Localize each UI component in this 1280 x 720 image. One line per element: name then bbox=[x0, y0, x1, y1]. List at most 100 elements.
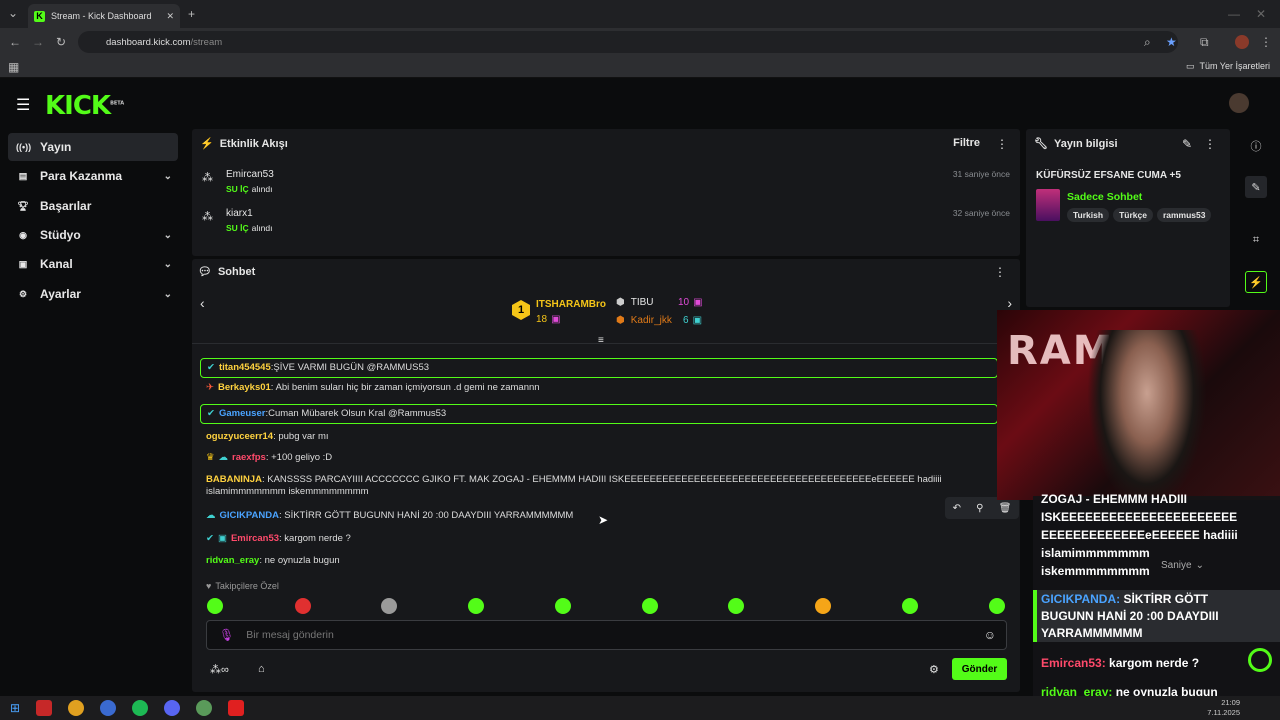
activity-item: SU İÇ bbox=[226, 223, 249, 233]
sidebar-item-4[interactable]: ▣ Kanal ⌄ bbox=[8, 250, 178, 278]
stream-tag[interactable]: Türkçe bbox=[1113, 208, 1153, 222]
windows-start-icon[interactable]: ⊞ bbox=[10, 701, 20, 715]
discord-icon[interactable] bbox=[164, 700, 181, 716]
activity-user[interactable]: Emircan53 bbox=[226, 169, 274, 180]
emote-icon[interactable] bbox=[728, 598, 744, 614]
store-icon[interactable]: ⌂ bbox=[258, 663, 265, 675]
chat-message[interactable]: ✈ Berkayks01: Abi benim suları hiç bir za… bbox=[200, 382, 998, 394]
tab-list-icon[interactable]: ⌄ bbox=[6, 6, 20, 20]
chat-username[interactable]: Emircan53 bbox=[231, 533, 279, 544]
youtube-icon[interactable] bbox=[228, 700, 245, 716]
emote-icon[interactable] bbox=[295, 598, 311, 614]
microphone-icon[interactable]: 🎙︎ bbox=[219, 628, 234, 642]
chat-message[interactable]: oguzyuceerr14: pubg var mı bbox=[200, 431, 998, 443]
stream-category[interactable]: Sadece Sohbet bbox=[1067, 191, 1142, 203]
speed-select[interactable]: Saniye ⌄ bbox=[1161, 560, 1204, 571]
chat-message[interactable]: ridvan_eray: ne oynuzla bugun bbox=[200, 555, 998, 567]
chat-username[interactable]: GICIKPANDA bbox=[220, 510, 279, 521]
back-icon[interactable]: ← bbox=[9, 35, 21, 49]
chat-username[interactable]: raexfps bbox=[232, 452, 266, 463]
extensions-icon[interactable]: ⧉ bbox=[1200, 35, 1209, 50]
sidebar-item-3[interactable]: ◉ Stüdyo ⌄ bbox=[8, 221, 178, 249]
zoom-icon[interactable]: ⌕ bbox=[1144, 35, 1151, 50]
chat-message[interactable]: ✔ ▣ Emircan53: kargom nerde ? bbox=[200, 533, 998, 545]
leader-first-name[interactable]: ITSHARAMBro bbox=[536, 299, 606, 310]
sidebar-item-5[interactable]: ⚙ Ayarlar ⌄ bbox=[8, 280, 178, 308]
chat-message[interactable]: BABANINJA: KANSSSS PARCAYIIII ACCCCCCC G… bbox=[200, 474, 995, 498]
chat-username[interactable]: Gameuser bbox=[219, 408, 265, 420]
sidebar-item-1[interactable]: ▤ Para Kazanma ⌄ bbox=[8, 162, 178, 190]
spotify-icon[interactable] bbox=[132, 700, 149, 716]
channel-points-icon[interactable]: ⁂∞ bbox=[210, 663, 229, 676]
chevron-down-icon[interactable]: ⌄ bbox=[164, 230, 172, 241]
reload-icon[interactable]: ↻ bbox=[56, 35, 66, 49]
stream-tag[interactable]: rammus53 bbox=[1156, 208, 1212, 222]
sidebar-item-0[interactable]: ((•)) Yayın bbox=[8, 133, 178, 161]
emote-icon[interactable] bbox=[555, 598, 571, 614]
chat-text: kargom nerde ? bbox=[284, 533, 351, 544]
filter-button[interactable]: Filtre bbox=[953, 137, 980, 149]
reply-icon[interactable]: ↶ bbox=[953, 503, 961, 514]
pencil-icon[interactable]: ✎ bbox=[1245, 176, 1267, 198]
chat-input[interactable]: 🎙︎ Bir mesaj gönderin ☺ bbox=[206, 620, 1007, 650]
emote-icon[interactable] bbox=[989, 598, 1005, 614]
close-tab-icon[interactable]: ✕ bbox=[166, 11, 174, 22]
emote-icon[interactable] bbox=[468, 598, 484, 614]
apps-grid-icon[interactable]: ▦ bbox=[8, 60, 19, 74]
chat-username[interactable]: BABANINJA bbox=[206, 474, 262, 485]
delete-icon[interactable]: 🗑︎ bbox=[999, 503, 1012, 514]
chrome-icon[interactable] bbox=[68, 700, 85, 716]
pin-icon[interactable]: ⚲ bbox=[976, 503, 983, 514]
chat-message[interactable]: ✔ Gameuser: Cuman Mübarek Olsun Kral @Ram… bbox=[200, 404, 998, 424]
emote-icon[interactable] bbox=[207, 598, 223, 614]
hamburger-menu-icon[interactable]: ☰ bbox=[16, 95, 30, 115]
minimize-icon[interactable]: — bbox=[1228, 7, 1240, 21]
stream-info-more-icon[interactable]: ⋮ bbox=[1204, 137, 1216, 151]
kick-logo[interactable]: KICKBETA bbox=[45, 91, 124, 121]
emote-icon[interactable] bbox=[815, 598, 831, 614]
emoji-icon[interactable]: ☺ bbox=[984, 628, 996, 642]
expand-leaderboard-icon[interactable]: ≡ bbox=[598, 335, 604, 346]
close-window-icon[interactable]: ✕ bbox=[1256, 7, 1266, 21]
all-bookmarks[interactable]: ▭ Tüm Yer İşaretleri bbox=[1186, 61, 1270, 72]
emote-icon[interactable] bbox=[381, 598, 397, 614]
chat-message[interactable]: ♛ ☁ raexfps: +100 geliyo :D bbox=[200, 452, 998, 464]
leader-third-name[interactable]: Kadir_jkk bbox=[631, 315, 672, 326]
app-icon[interactable] bbox=[100, 700, 117, 716]
app-icon[interactable] bbox=[196, 700, 213, 716]
new-tab-icon[interactable]: + bbox=[188, 7, 195, 21]
emote-icon[interactable] bbox=[902, 598, 918, 614]
stream-tag[interactable]: Turkish bbox=[1067, 208, 1110, 222]
edit-icon[interactable]: ✎ bbox=[1182, 137, 1192, 151]
menu-dots-icon[interactable]: ⋮ bbox=[1260, 35, 1272, 49]
info-icon[interactable]: ⓘ bbox=[1245, 135, 1267, 157]
sidebar-item-2[interactable]: 🏆︎ Başarılar bbox=[8, 192, 178, 220]
chevron-down-icon[interactable]: ⌄ bbox=[164, 259, 172, 270]
chat-message[interactable]: ✔ titan454545: ŞİVE VARMI BUGÜN @RAMMUS53 bbox=[200, 358, 998, 378]
chat-username[interactable]: titan454545 bbox=[219, 362, 271, 374]
address-bar[interactable]: dashboard.kick.com/stream bbox=[78, 31, 1178, 53]
leaderboard-prev-icon[interactable]: ‹ bbox=[200, 295, 205, 311]
chat-username[interactable]: oguzyuceerr14 bbox=[206, 431, 273, 442]
activity-user[interactable]: kiarx1 bbox=[226, 208, 253, 219]
chevron-down-icon[interactable]: ⌄ bbox=[164, 171, 172, 182]
emote-icon[interactable] bbox=[642, 598, 658, 614]
bookmark-star-icon[interactable]: ★ bbox=[1166, 35, 1177, 49]
browser-tab[interactable]: K Stream - Kick Dashboard ✕ bbox=[28, 4, 180, 28]
leader-second-name[interactable]: TIBU bbox=[631, 297, 654, 308]
crop-icon[interactable]: ⌗ bbox=[1245, 229, 1267, 251]
chat-settings-icon[interactable]: ⚙ bbox=[929, 663, 939, 676]
chat-username[interactable]: ridvan_eray bbox=[206, 555, 259, 566]
chat-username[interactable]: Berkayks01 bbox=[218, 382, 271, 393]
forward-icon[interactable]: → bbox=[32, 35, 44, 49]
chat-more-icon[interactable]: ⋮ bbox=[994, 265, 1006, 279]
chevron-down-icon[interactable]: ⌄ bbox=[164, 289, 172, 300]
user-avatar[interactable] bbox=[1229, 93, 1249, 113]
profile-avatar[interactable] bbox=[1235, 35, 1249, 49]
send-button[interactable]: Gönder bbox=[952, 658, 1007, 680]
leaderboard-next-icon[interactable]: › bbox=[1007, 295, 1012, 311]
quick-action-icon[interactable]: ⚡ bbox=[1245, 271, 1267, 293]
activity-more-icon[interactable]: ⋮ bbox=[996, 137, 1008, 151]
sidebar-item-label: Para Kazanma bbox=[40, 169, 123, 183]
app-icon[interactable] bbox=[36, 700, 53, 716]
